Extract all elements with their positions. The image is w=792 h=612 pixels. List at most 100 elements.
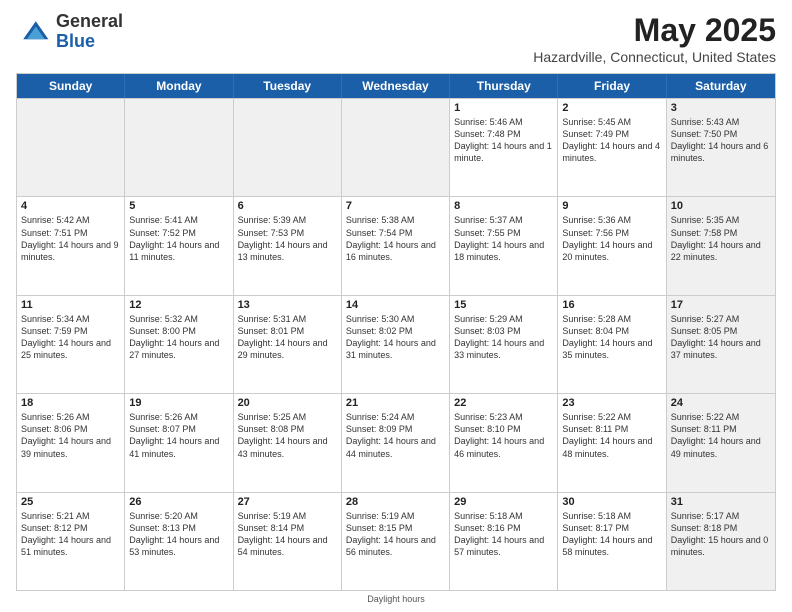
cell-text: Sunrise: 5:24 AM Sunset: 8:09 PM Dayligh… xyxy=(346,411,445,460)
day-number: 2 xyxy=(562,102,661,114)
day-number: 19 xyxy=(129,397,228,409)
cell-text: Sunrise: 5:36 AM Sunset: 7:56 PM Dayligh… xyxy=(562,214,661,263)
cell-text: Sunrise: 5:23 AM Sunset: 8:10 PM Dayligh… xyxy=(454,411,553,460)
footer-note: Daylight hours xyxy=(16,594,776,604)
cell-text: Sunrise: 5:19 AM Sunset: 8:15 PM Dayligh… xyxy=(346,510,445,559)
cell-text: Sunrise: 5:22 AM Sunset: 8:11 PM Dayligh… xyxy=(562,411,661,460)
day-number: 7 xyxy=(346,200,445,212)
day-number: 31 xyxy=(671,496,771,508)
day-number: 26 xyxy=(129,496,228,508)
cell-text: Sunrise: 5:37 AM Sunset: 7:55 PM Dayligh… xyxy=(454,214,553,263)
day-number: 3 xyxy=(671,102,771,114)
day-number: 12 xyxy=(129,299,228,311)
calendar-cell-10: 10Sunrise: 5:35 AM Sunset: 7:58 PM Dayli… xyxy=(667,197,775,294)
calendar-cell-empty-0 xyxy=(17,99,125,196)
day-number: 16 xyxy=(562,299,661,311)
calendar: SundayMondayTuesdayWednesdayThursdayFrid… xyxy=(16,73,776,591)
header-day-sunday: Sunday xyxy=(17,74,125,98)
cell-text: Sunrise: 5:31 AM Sunset: 8:01 PM Dayligh… xyxy=(238,313,337,362)
cell-text: Sunrise: 5:18 AM Sunset: 8:17 PM Dayligh… xyxy=(562,510,661,559)
day-number: 8 xyxy=(454,200,553,212)
calendar-cell-31: 31 Sunrise: 5:17 AM Sunset: 8:18 PM Dayli… xyxy=(667,493,775,590)
calendar-cell-15: 15 Sunrise: 5:29 AM Sunset: 8:03 PM Dayli… xyxy=(450,296,558,393)
header-day-thursday: Thursday xyxy=(450,74,558,98)
cell-text: Sunrise: 5:42 AM Sunset: 7:51 PM Dayligh… xyxy=(21,214,120,263)
calendar-cell-22: 22Sunrise: 5:23 AM Sunset: 8:10 PM Dayli… xyxy=(450,394,558,491)
daylight-label: Daylight hours xyxy=(367,594,425,604)
cell-text: Sunrise: 5:20 AM Sunset: 8:13 PM Dayligh… xyxy=(129,510,228,559)
day-number: 21 xyxy=(346,397,445,409)
calendar-cell-12: 12 Sunrise: 5:32 AM Sunset: 8:00 PM Dayli… xyxy=(125,296,233,393)
calendar-cell-13: 13 Sunrise: 5:31 AM Sunset: 8:01 PM Dayli… xyxy=(234,296,342,393)
calendar-cell-20: 20 Sunrise: 5:25 AM Sunset: 8:08 PM Dayli… xyxy=(234,394,342,491)
calendar-cell-25: 25Sunrise: 5:21 AM Sunset: 8:12 PM Dayli… xyxy=(17,493,125,590)
day-number: 23 xyxy=(562,397,661,409)
calendar-cell-26: 26 Sunrise: 5:20 AM Sunset: 8:13 PM Dayli… xyxy=(125,493,233,590)
day-number: 18 xyxy=(21,397,120,409)
calendar-cell-3: 3 Sunrise: 5:43 AM Sunset: 7:50 PM Daylig… xyxy=(667,99,775,196)
calendar-cell-9: 9Sunrise: 5:36 AM Sunset: 7:56 PM Daylig… xyxy=(558,197,666,294)
cell-text: Sunrise: 5:28 AM Sunset: 8:04 PM Dayligh… xyxy=(562,313,661,362)
cell-text: Sunrise: 5:43 AM Sunset: 7:50 PM Dayligh… xyxy=(671,116,771,165)
cell-text: Sunrise: 5:32 AM Sunset: 8:00 PM Dayligh… xyxy=(129,313,228,362)
cell-text: Sunrise: 5:18 AM Sunset: 8:16 PM Dayligh… xyxy=(454,510,553,559)
calendar-cell-17: 17Sunrise: 5:27 AM Sunset: 8:05 PM Dayli… xyxy=(667,296,775,393)
day-number: 4 xyxy=(21,200,120,212)
calendar-cell-4: 4 Sunrise: 5:42 AM Sunset: 7:51 PM Daylig… xyxy=(17,197,125,294)
calendar-row-3: 18 Sunrise: 5:26 AM Sunset: 8:06 PM Dayli… xyxy=(17,393,775,491)
calendar-cell-24: 24Sunrise: 5:22 AM Sunset: 8:11 PM Dayli… xyxy=(667,394,775,491)
logo-blue: Blue xyxy=(56,32,123,52)
header-day-friday: Friday xyxy=(558,74,666,98)
cell-text: Sunrise: 5:22 AM Sunset: 8:11 PM Dayligh… xyxy=(671,411,771,460)
cell-text: Sunrise: 5:19 AM Sunset: 8:14 PM Dayligh… xyxy=(238,510,337,559)
calendar-cell-14: 14 Sunrise: 5:30 AM Sunset: 8:02 PM Dayli… xyxy=(342,296,450,393)
calendar-cell-11: 11Sunrise: 5:34 AM Sunset: 7:59 PM Dayli… xyxy=(17,296,125,393)
calendar-cell-28: 28 Sunrise: 5:19 AM Sunset: 8:15 PM Dayli… xyxy=(342,493,450,590)
day-number: 25 xyxy=(21,496,120,508)
day-number: 20 xyxy=(238,397,337,409)
calendar-cell-2: 2 Sunrise: 5:45 AM Sunset: 7:49 PM Daylig… xyxy=(558,99,666,196)
header-day-tuesday: Tuesday xyxy=(234,74,342,98)
day-number: 5 xyxy=(129,200,228,212)
cell-text: Sunrise: 5:30 AM Sunset: 8:02 PM Dayligh… xyxy=(346,313,445,362)
calendar-cell-7: 7Sunrise: 5:38 AM Sunset: 7:54 PM Daylig… xyxy=(342,197,450,294)
day-number: 13 xyxy=(238,299,337,311)
calendar-header: SundayMondayTuesdayWednesdayThursdayFrid… xyxy=(17,74,775,98)
header-day-saturday: Saturday xyxy=(667,74,775,98)
day-number: 6 xyxy=(238,200,337,212)
calendar-cell-empty-2 xyxy=(234,99,342,196)
day-number: 28 xyxy=(346,496,445,508)
cell-text: Sunrise: 5:17 AM Sunset: 8:18 PM Dayligh… xyxy=(671,510,771,559)
calendar-cell-27: 27 Sunrise: 5:19 AM Sunset: 8:14 PM Dayli… xyxy=(234,493,342,590)
header-day-wednesday: Wednesday xyxy=(342,74,450,98)
calendar-cell-23: 23 Sunrise: 5:22 AM Sunset: 8:11 PM Dayli… xyxy=(558,394,666,491)
calendar-cell-8: 8 Sunrise: 5:37 AM Sunset: 7:55 PM Daylig… xyxy=(450,197,558,294)
calendar-cell-21: 21 Sunrise: 5:24 AM Sunset: 8:09 PM Dayli… xyxy=(342,394,450,491)
cell-text: Sunrise: 5:29 AM Sunset: 8:03 PM Dayligh… xyxy=(454,313,553,362)
cell-text: Sunrise: 5:26 AM Sunset: 8:06 PM Dayligh… xyxy=(21,411,120,460)
day-number: 15 xyxy=(454,299,553,311)
cell-text: Sunrise: 5:25 AM Sunset: 8:08 PM Dayligh… xyxy=(238,411,337,460)
header-day-monday: Monday xyxy=(125,74,233,98)
calendar-cell-5: 5Sunrise: 5:41 AM Sunset: 7:52 PM Daylig… xyxy=(125,197,233,294)
calendar-cell-29: 29 Sunrise: 5:18 AM Sunset: 8:16 PM Dayli… xyxy=(450,493,558,590)
calendar-cell-6: 6Sunrise: 5:39 AM Sunset: 7:53 PM Daylig… xyxy=(234,197,342,294)
day-number: 27 xyxy=(238,496,337,508)
calendar-cell-19: 19Sunrise: 5:26 AM Sunset: 8:07 PM Dayli… xyxy=(125,394,233,491)
logo-general: General xyxy=(56,12,123,32)
calendar-cell-30: 30Sunrise: 5:18 AM Sunset: 8:17 PM Dayli… xyxy=(558,493,666,590)
day-number: 29 xyxy=(454,496,553,508)
day-number: 10 xyxy=(671,200,771,212)
logo-text: General Blue xyxy=(56,12,123,52)
title-month: May 2025 xyxy=(533,12,776,49)
logo: General Blue xyxy=(16,12,123,52)
cell-text: Sunrise: 5:46 AM Sunset: 7:48 PM Dayligh… xyxy=(454,116,553,165)
calendar-row-4: 25Sunrise: 5:21 AM Sunset: 8:12 PM Dayli… xyxy=(17,492,775,590)
title-location: Hazardville, Connecticut, United States xyxy=(533,49,776,65)
calendar-row-1: 4 Sunrise: 5:42 AM Sunset: 7:51 PM Daylig… xyxy=(17,196,775,294)
cell-text: Sunrise: 5:45 AM Sunset: 7:49 PM Dayligh… xyxy=(562,116,661,165)
calendar-cell-empty-1 xyxy=(125,99,233,196)
calendar-cell-1: 1Sunrise: 5:46 AM Sunset: 7:48 PM Daylig… xyxy=(450,99,558,196)
calendar-row-0: 1Sunrise: 5:46 AM Sunset: 7:48 PM Daylig… xyxy=(17,98,775,196)
day-number: 14 xyxy=(346,299,445,311)
